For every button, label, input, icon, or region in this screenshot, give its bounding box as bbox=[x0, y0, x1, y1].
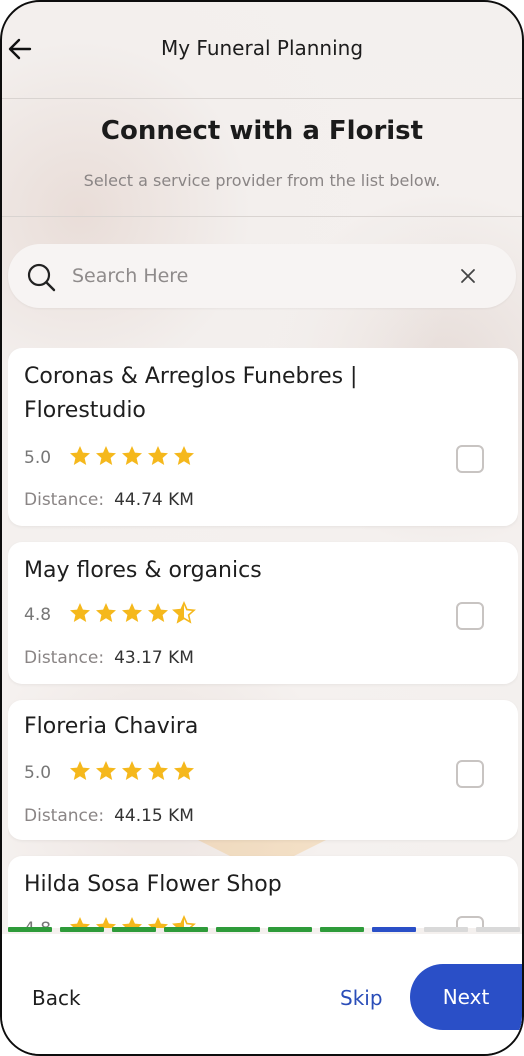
rating-value: 5.0 bbox=[24, 448, 52, 468]
distance: Distance: 44.74 KM bbox=[24, 490, 194, 510]
search-icon bbox=[27, 263, 56, 292]
progress-segment bbox=[320, 927, 364, 932]
rating-row: 5.0 bbox=[24, 446, 198, 470]
half-star-icon bbox=[172, 601, 196, 624]
star-icon bbox=[174, 761, 194, 780]
star-icon bbox=[70, 446, 90, 465]
search-bar bbox=[8, 244, 516, 308]
star-icon bbox=[148, 446, 168, 465]
skip-button[interactable]: Skip bbox=[340, 986, 383, 1010]
provider-list[interactable]: Coronas & Arreglos Funebres | Florestudi… bbox=[8, 348, 518, 928]
provider-card[interactable]: May flores & organics 4.8 Distance: 43.17… bbox=[8, 542, 518, 684]
star-icon bbox=[70, 603, 90, 622]
provider-card[interactable]: Coronas & Arreglos Funebres | Florestudi… bbox=[8, 348, 518, 526]
rating-value: 5.0 bbox=[24, 763, 52, 783]
back-button[interactable]: Back bbox=[32, 986, 81, 1010]
star-icon bbox=[96, 761, 116, 780]
distance: Distance: 44.15 KM bbox=[24, 806, 194, 826]
search-input[interactable] bbox=[72, 260, 432, 292]
subtitle-divider bbox=[2, 216, 522, 217]
page-title: Connect with a Florist bbox=[100, 116, 424, 146]
progress-segment bbox=[164, 927, 208, 932]
star-icon bbox=[70, 761, 90, 780]
star-rating bbox=[68, 444, 198, 472]
progress-segment bbox=[476, 927, 520, 932]
select-checkbox[interactable] bbox=[456, 760, 484, 788]
distance-label: Distance: bbox=[24, 648, 105, 668]
star-icon bbox=[96, 603, 116, 622]
top-bar: My Funeral Planning bbox=[2, 2, 522, 98]
progress-segment bbox=[60, 927, 104, 932]
next-button[interactable]: Next bbox=[410, 964, 522, 1030]
provider-name: Floreria Chavira bbox=[24, 714, 199, 739]
distance-label: Distance: bbox=[24, 490, 105, 510]
star-icon bbox=[122, 603, 142, 622]
rating-row: 5.0 bbox=[24, 761, 198, 785]
distance-value: 44.74 KM bbox=[114, 490, 194, 510]
provider-name: Hilda Sosa Flower Shop bbox=[24, 872, 282, 897]
progress-segment bbox=[372, 927, 416, 932]
provider-card[interactable]: Floreria Chavira 5.0 Distance: 44.15 KM bbox=[8, 700, 518, 840]
progress-segment bbox=[424, 927, 468, 932]
star-rating bbox=[68, 759, 198, 787]
provider-name: May flores & organics bbox=[24, 558, 262, 583]
star-rating bbox=[68, 601, 198, 629]
progress-segment bbox=[216, 927, 260, 932]
rating-value: 4.8 bbox=[24, 605, 52, 625]
header-divider bbox=[2, 98, 522, 99]
provider-name: Coronas & Arreglos Funebres | Florestudi… bbox=[24, 364, 358, 423]
progress-segment bbox=[8, 927, 52, 932]
progress-segment bbox=[112, 927, 156, 932]
star-icon bbox=[96, 446, 116, 465]
distance-value: 44.15 KM bbox=[114, 806, 194, 826]
star-icon bbox=[122, 446, 142, 465]
select-checkbox[interactable] bbox=[456, 445, 484, 473]
distance-value: 43.17 KM bbox=[114, 648, 194, 668]
rating-row: 4.8 bbox=[24, 601, 198, 629]
close-icon[interactable] bbox=[458, 266, 478, 286]
progress-segment bbox=[268, 927, 312, 932]
star-icon bbox=[148, 603, 168, 622]
step-progress-bar bbox=[8, 927, 520, 932]
page-subtitle: Select a service provider from the list … bbox=[83, 171, 441, 190]
app-title: My Funeral Planning bbox=[160, 36, 364, 60]
select-checkbox[interactable] bbox=[456, 602, 484, 630]
distance-label: Distance: bbox=[24, 806, 105, 826]
provider-card[interactable]: Hilda Sosa Flower Shop 4.8 bbox=[8, 856, 518, 928]
star-icon bbox=[148, 761, 168, 780]
star-icon bbox=[122, 761, 142, 780]
footer-bar: Back Skip Next bbox=[2, 934, 522, 1054]
distance: Distance: 43.17 KM bbox=[24, 648, 194, 668]
phone-frame: My Funeral Planning Connect with a Flori… bbox=[0, 0, 524, 1056]
star-icon bbox=[174, 446, 194, 465]
